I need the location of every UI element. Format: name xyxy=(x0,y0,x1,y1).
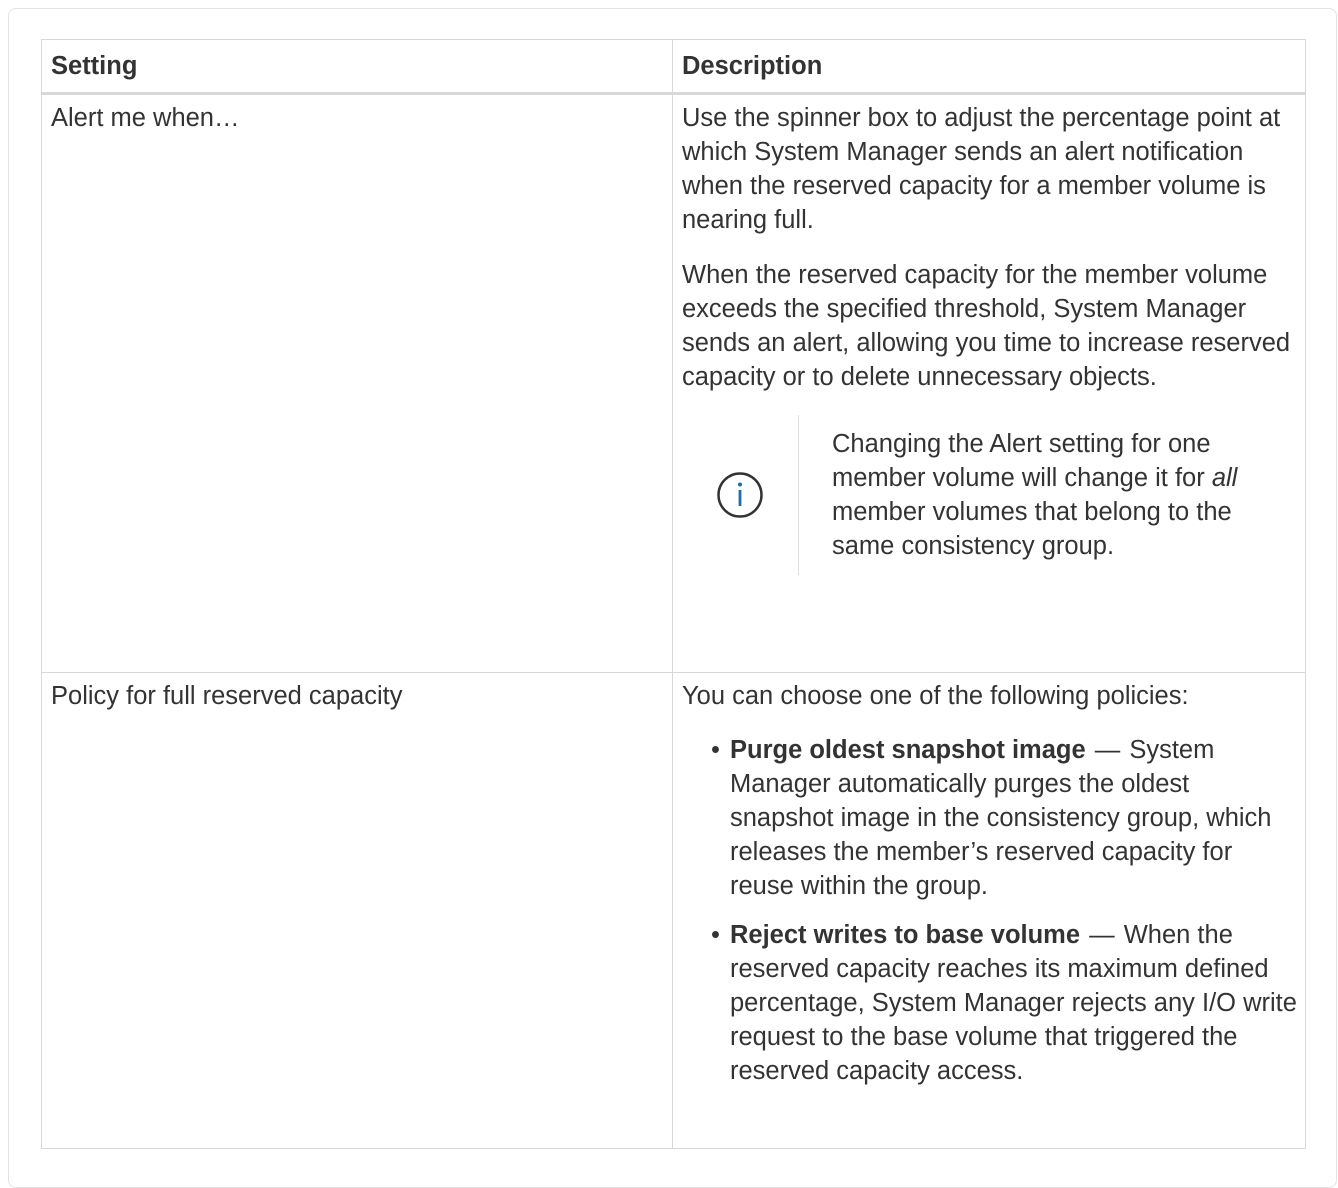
note-emphasis: all xyxy=(1211,464,1238,492)
description-paragraph: Use the spinner box to adjust the percen… xyxy=(682,104,1281,234)
bullet: • xyxy=(711,921,720,949)
settings-table: Setting Description Alert me when… Use t… xyxy=(41,39,1306,1149)
description-paragraph: When the reserved capacity for the membe… xyxy=(682,261,1291,391)
description-cell-alert: Use the spinner box to adjust the percen… xyxy=(672,93,1306,673)
policy-intro: You can choose one of the following poli… xyxy=(682,682,1189,710)
note-text: Changing the Alert setting for one membe… xyxy=(832,430,1238,560)
policy-list: • Purge oldest snapshot image — System M… xyxy=(682,733,1297,1088)
note-admonition: Changing the Alert setting for one membe… xyxy=(682,415,1297,575)
info-circle-icon xyxy=(717,472,763,518)
table-row: Policy for full reserved capacity You ca… xyxy=(41,672,1306,1149)
policy-term: Reject writes to base volume xyxy=(730,921,1081,949)
list-item: • Purge oldest snapshot image — System M… xyxy=(702,733,1297,903)
column-header-description: Description xyxy=(672,39,1306,95)
table-header-row: Setting Description xyxy=(41,39,1306,95)
description-cell-policy: You can choose one of the following poli… xyxy=(672,672,1306,1149)
table-row: Alert me when… Use the spinner box to ad… xyxy=(41,93,1306,673)
setting-cell-policy: Policy for full reserved capacity xyxy=(41,672,673,1149)
policy-term: Purge oldest snapshot image xyxy=(730,736,1086,764)
bullet: • xyxy=(711,736,720,764)
column-header-setting: Setting xyxy=(41,39,673,95)
setting-cell-alert: Alert me when… xyxy=(41,93,673,673)
list-item: • Reject writes to base volume — When th… xyxy=(702,918,1297,1088)
